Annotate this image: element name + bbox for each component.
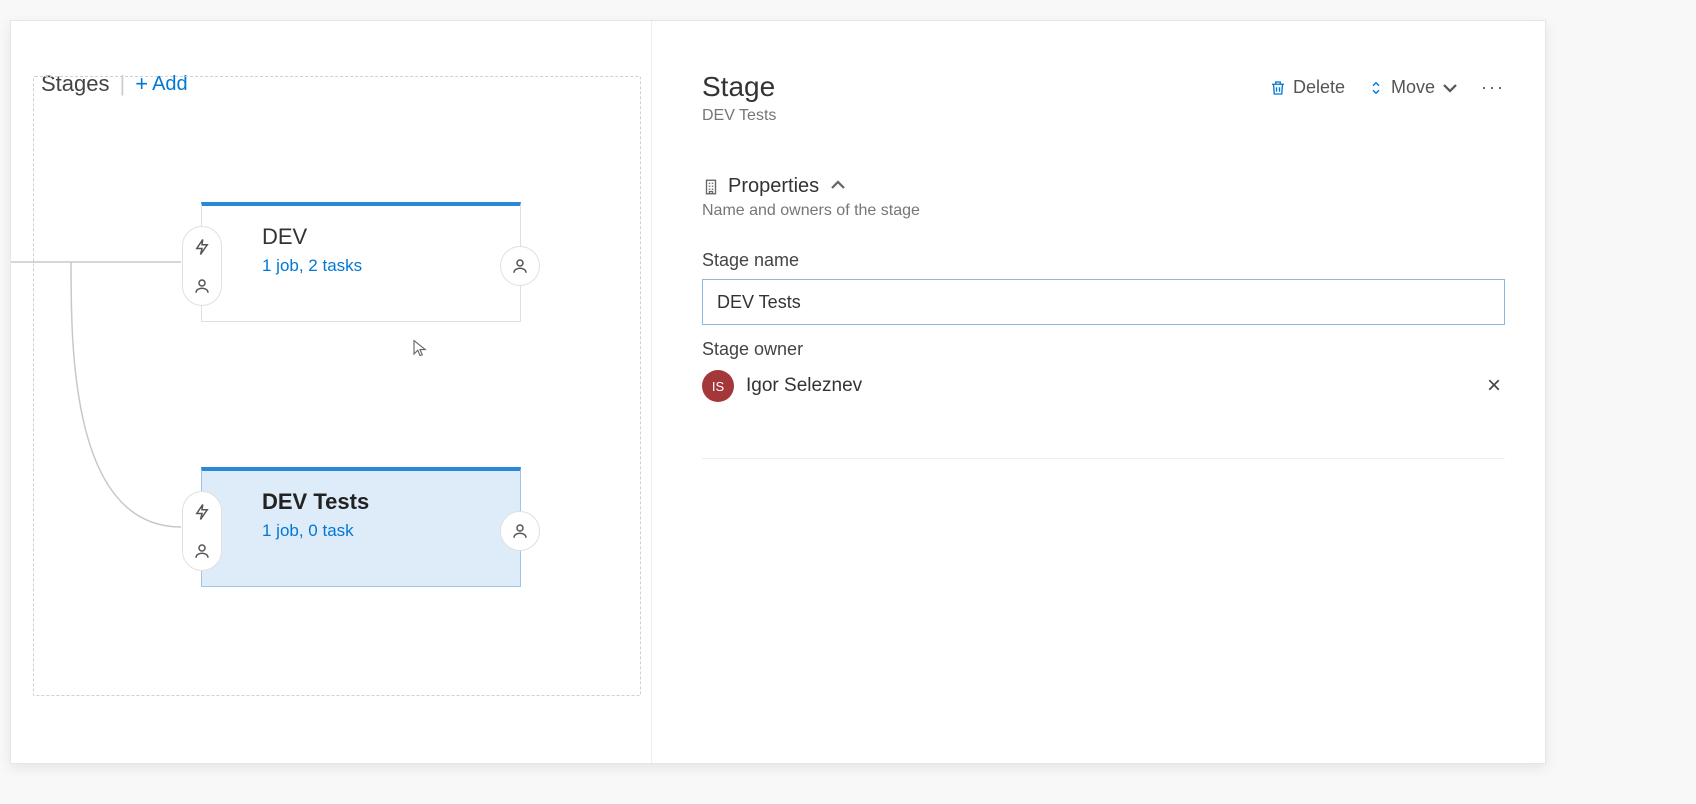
stage-title: DEV [262,224,520,250]
avatar: IS [702,370,734,402]
stage-card-dev-tests[interactable]: DEV Tests 1 job, 0 task [201,467,521,587]
owner-name: Igor Seleznev [746,375,862,397]
chevron-up-icon [829,176,847,197]
person-icon [193,277,211,295]
cursor-icon [411,337,429,359]
stage-owner-label: Stage owner [702,339,1505,360]
person-icon [511,522,529,540]
stages-header-label: Stages [41,71,110,97]
stage-card-dev[interactable]: DEV 1 job, 2 tasks [201,202,521,322]
stage-owner-chip[interactable]: IS Igor Seleznev [702,370,862,402]
chevron-down-icon [1441,79,1459,97]
clear-owner-button[interactable]: × [1487,374,1501,398]
move-button[interactable]: Move [1367,77,1459,98]
properties-section-header[interactable]: Properties [702,175,1505,198]
stage-name-input[interactable] [702,279,1505,325]
panel-title: Stage [702,71,776,103]
add-stage-button[interactable]: + Add [135,71,193,97]
properties-description: Name and owners of the stage [702,202,1505,220]
move-icon [1367,79,1385,97]
stage-post-approvers-button[interactable] [500,511,540,551]
more-button[interactable]: ··· [1481,77,1505,98]
plus-icon: + [135,71,148,97]
move-label: Move [1391,77,1435,98]
bolt-icon [193,503,211,521]
building-icon [702,178,720,196]
ellipsis-icon: ··· [1481,77,1505,98]
delete-label: Delete [1293,77,1345,98]
header-divider: | [120,71,126,97]
stage-name-label: Stage name [702,250,1505,271]
panel-subtitle: DEV Tests [702,107,776,125]
stage-pre-conditions-button[interactable] [182,491,222,571]
trash-icon [1269,79,1287,97]
stage-post-approvers-button[interactable] [500,246,540,286]
stage-pre-conditions-button[interactable] [182,226,222,306]
person-icon [511,257,529,275]
section-divider [702,458,1505,459]
stage-tasks-link[interactable]: 1 job, 0 task [262,521,520,541]
stage-tasks-link[interactable]: 1 job, 2 tasks [262,256,520,276]
properties-label: Properties [728,175,819,198]
person-icon [193,542,211,560]
stage-title: DEV Tests [262,489,520,515]
delete-button[interactable]: Delete [1269,77,1345,98]
add-label: Add [152,73,188,96]
bolt-icon [193,238,211,256]
close-icon: × [1487,372,1501,399]
